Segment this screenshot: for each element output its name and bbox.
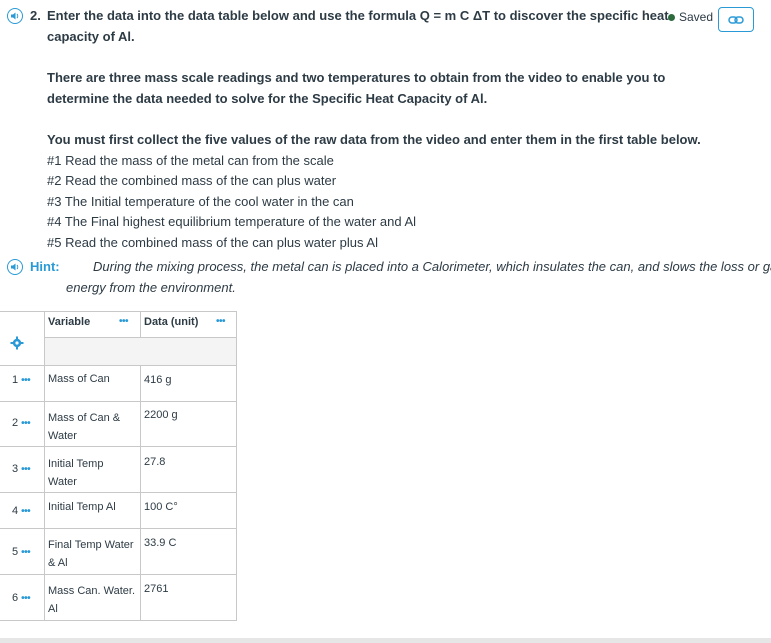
more-dots-icon: ••• bbox=[21, 417, 31, 429]
speaker-icon[interactable] bbox=[7, 8, 23, 24]
step-2: #2 Read the combined mass of the can plu… bbox=[47, 173, 337, 188]
hint-label: Hint: bbox=[30, 259, 60, 274]
cell-data[interactable]: 2761 bbox=[144, 583, 168, 595]
row-number-1[interactable]: 1 ••• bbox=[12, 374, 31, 386]
saved-label: Saved bbox=[679, 10, 714, 24]
row-number-2[interactable]: 2 ••• bbox=[12, 417, 31, 429]
step-1: #1 Read the mass of the metal can from t… bbox=[47, 153, 334, 168]
step-4: #4 The Final highest equilibrium tempera… bbox=[47, 214, 417, 229]
question-text-line1: Enter the data into the data table below… bbox=[47, 8, 669, 23]
hint-text-line2: energy from the environment. bbox=[66, 280, 236, 295]
cell-variable[interactable]: Initial Temp Water bbox=[48, 455, 103, 491]
hint-text-line1: During the mixing process, the metal can… bbox=[93, 259, 771, 274]
more-dots-icon: ••• bbox=[21, 505, 31, 517]
divider bbox=[0, 638, 771, 643]
unit-row bbox=[45, 337, 236, 365]
more-dots-icon: ••• bbox=[21, 546, 31, 558]
saved-status: Saved bbox=[668, 10, 713, 24]
question-text-line2: capacity of Al. bbox=[47, 29, 135, 44]
cell-variable[interactable]: Final Temp Water & Al bbox=[48, 536, 134, 572]
intro-line2: determine the data needed to solve for t… bbox=[47, 91, 488, 106]
column-header-data-unit[interactable]: Data (unit) bbox=[144, 316, 198, 328]
cell-variable[interactable]: Initial Temp Al bbox=[48, 501, 116, 513]
cell-variable[interactable]: Mass of Can bbox=[48, 373, 110, 385]
step-5: #5 Read the combined mass of the can plu… bbox=[47, 235, 378, 250]
step-3: #3 The Initial temperature of the cool w… bbox=[47, 194, 354, 209]
more-dots-icon: ••• bbox=[21, 374, 31, 386]
cell-variable[interactable]: Mass Can. Water. Al bbox=[48, 582, 135, 618]
must-collect-text: You must first collect the five values o… bbox=[47, 132, 701, 147]
gear-icon[interactable] bbox=[10, 336, 24, 350]
row-number-3[interactable]: 3 ••• bbox=[12, 463, 31, 475]
more-dots-icon[interactable]: ••• bbox=[119, 316, 129, 327]
more-dots-icon: ••• bbox=[21, 592, 31, 604]
column-header-variable[interactable]: Variable bbox=[48, 316, 90, 328]
cell-variable[interactable]: Mass of Can & Water bbox=[48, 409, 120, 445]
more-dots-icon: ••• bbox=[21, 463, 31, 475]
link-icon bbox=[728, 15, 744, 24]
cell-data[interactable]: 2200 g bbox=[144, 409, 178, 421]
cell-data[interactable]: 27.8 bbox=[144, 456, 165, 468]
cell-data[interactable]: 33.9 C bbox=[144, 537, 176, 549]
intro-line1: There are three mass scale readings and … bbox=[47, 70, 666, 85]
question-number: 2. bbox=[30, 8, 41, 23]
row-number-6[interactable]: 6 ••• bbox=[12, 592, 31, 604]
row-number-4[interactable]: 4 ••• bbox=[12, 505, 31, 517]
more-dots-icon[interactable]: ••• bbox=[216, 316, 226, 327]
cell-data[interactable]: 100 C° bbox=[144, 501, 178, 513]
link-button[interactable] bbox=[718, 7, 754, 32]
saved-dot-icon bbox=[668, 13, 675, 21]
speaker-icon[interactable] bbox=[7, 259, 23, 275]
row-number-5[interactable]: 5 ••• bbox=[12, 546, 31, 558]
cell-data[interactable]: 416 g bbox=[144, 374, 172, 386]
